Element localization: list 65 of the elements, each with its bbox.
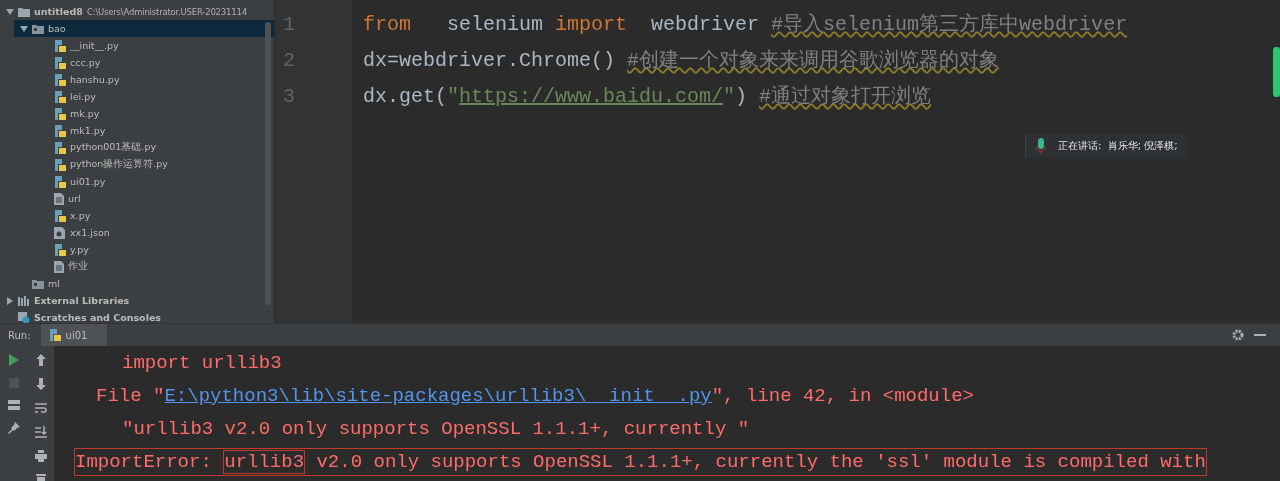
code-line: from selenium import webdriver #导入selenium第三方库中webdriver [363,12,1129,38]
python-file-icon [54,90,66,103]
error-message: ImportError: urllib3 v2.0 only supports OpenSSL 1.1.1+, currently the 'ssl' module is compiled with [74,447,1207,476]
run-icon[interactable] [8,354,19,366]
python-file-icon [54,107,66,120]
settings-icon[interactable] [1232,329,1244,341]
python-file-icon [54,141,66,154]
tree-item[interactable]: url [36,190,274,207]
run-label: Run: [8,329,31,341]
text-file-icon [54,260,64,273]
layout-icon[interactable] [7,400,20,410]
scratch-icon [18,311,30,323]
python-file-icon [54,209,66,222]
scroll-to-end-icon[interactable] [34,426,47,438]
folder-icon [32,278,44,289]
traceback-line: import urllib3 [122,351,282,374]
tree-item[interactable]: __init__.py [36,37,274,54]
tree-item[interactable]: Scratches and Consoles [0,309,274,323]
tree-item[interactable]: bao [14,20,274,37]
text-file-icon [54,192,64,205]
tree-item[interactable]: lei.py [36,88,274,105]
tree-item[interactable]: ui01.py [36,173,274,190]
expanded-arrow-icon[interactable] [6,7,14,16]
code-line: dx.get("https://www.baidu.com/") #通过对象打开浏览 [363,84,933,110]
traceback-line: "urllib3 v2.0 only supports OpenSSL 1.1.1+, currently " [122,417,750,440]
tree-item[interactable]: 作业 [36,258,274,275]
folder-icon [18,6,30,17]
python-file-icon [48,329,61,341]
expanded-arrow-icon[interactable] [20,24,28,33]
python-file-icon [54,243,66,256]
tree-item[interactable]: External Libraries [0,292,274,309]
tree-item[interactable]: untitled8 C:\Users\Administrator.USER-20231114 [0,3,274,20]
print-icon[interactable] [34,450,47,462]
pin-icon[interactable] [7,422,20,434]
run-tab[interactable]: ui01 [40,324,108,346]
python-file-icon [54,39,66,52]
up-arrow-icon[interactable] [35,354,46,366]
traceback-line: File "E:\python3\lib\site-packages\urllib3\__init__.py", line 42, in <module> [96,384,974,407]
python-file-icon [54,56,66,69]
tree-item[interactable]: mk.py [36,105,274,122]
python-file-icon [54,73,66,86]
tree-item[interactable]: ccc.py [36,54,274,71]
status-indicator-icon [1273,47,1280,97]
tree-item[interactable]: python操作运算符.py [36,156,274,173]
library-icon [18,295,30,306]
scrollbar[interactable] [265,22,271,305]
tree-item[interactable]: mk1.py [36,122,274,139]
tree-item[interactable]: xx1.json [36,224,274,241]
code-line: dx=webdriver.Chrome() #创建一个对象来来调用谷歌浏览器的对象 [363,48,1001,74]
tree-item[interactable]: hanshu.py [36,71,274,88]
speaking-text: 正在讲话: 肖乐华; 倪泽棋; [1058,139,1178,153]
python-file-icon [54,124,66,137]
file-link[interactable]: E:\python3\lib\site-packages\urllib3\__init__.py [164,384,712,407]
down-arrow-icon[interactable] [35,378,46,390]
tree-item[interactable]: x.py [36,207,274,224]
tree-item[interactable]: y.py [36,241,274,258]
collapsed-arrow-icon[interactable] [6,296,14,305]
tree-item[interactable]: ml [14,275,274,292]
python-file-icon [54,158,66,171]
python-file-icon [54,175,66,188]
tree-item[interactable]: python001基础.py [36,139,274,156]
json-file-icon [54,226,66,239]
wrap-icon[interactable] [34,402,47,414]
folder-icon [32,23,44,34]
microphone-icon [1036,138,1046,154]
